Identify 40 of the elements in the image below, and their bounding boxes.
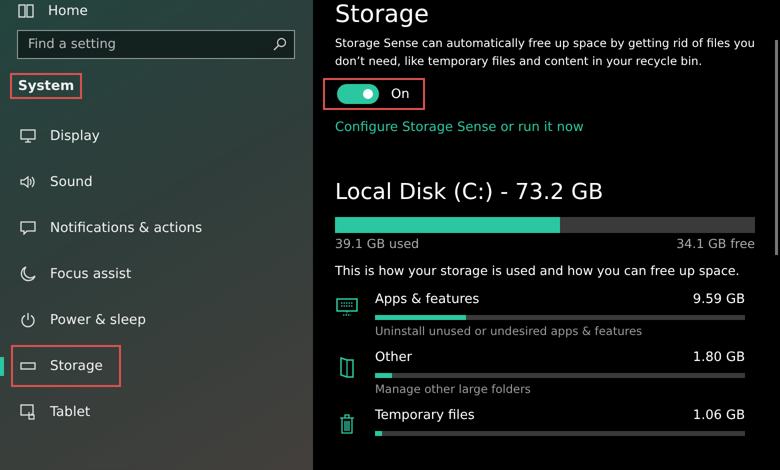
section-heading: System <box>10 73 82 99</box>
scrollbar[interactable] <box>775 40 778 255</box>
category-name[interactable]: Other <box>375 350 412 365</box>
speech-bubble-icon <box>19 221 36 235</box>
category-size: 1.80 GB <box>692 350 745 365</box>
category-hint: Manage other large folders <box>375 382 532 396</box>
window-icon <box>17 4 34 18</box>
search-field[interactable]: Find a setting <box>17 30 295 59</box>
tablet-icon <box>19 404 36 420</box>
home-link[interactable]: Home <box>48 3 88 19</box>
trash-icon <box>339 414 355 434</box>
description-text: Storage Sense can automatically free up space by getting rid of files you don’t need, like temporary files and content in your recycle bin. <box>335 35 756 70</box>
toggle-label: On <box>391 86 410 102</box>
disk-title: Local Disk (C:) - 73.2 GB <box>335 179 604 207</box>
category-size: 1.06 GB <box>692 408 745 423</box>
speaker-icon <box>19 175 36 189</box>
category-name[interactable]: Apps & features <box>375 292 480 307</box>
nav-item[interactable]: Sound <box>50 174 93 190</box>
nav-item[interactable]: Storage <box>50 358 103 374</box>
search-icon <box>273 37 287 51</box>
used-label: 39.1 GB used <box>335 236 420 251</box>
nav-item[interactable]: Power & sleep <box>50 312 146 328</box>
nav-item[interactable]: Tablet <box>50 404 90 420</box>
nav-item[interactable]: Focus assist <box>50 266 132 282</box>
toggle-switch[interactable] <box>337 84 379 104</box>
free-label: 34.1 GB free <box>676 236 755 251</box>
moon-icon <box>19 266 36 282</box>
nav-item[interactable]: Display <box>50 128 100 144</box>
nav-item[interactable]: Notifications & actions <box>50 220 202 236</box>
category-size: 9.59 GB <box>692 292 745 307</box>
power-icon <box>19 312 36 328</box>
drive-icon <box>19 362 36 370</box>
category-name[interactable]: Temporary files <box>375 408 475 423</box>
page-title: Storage <box>335 0 430 28</box>
monitor-icon <box>19 129 36 143</box>
category-hint: Uninstall unused or undesired apps & features <box>375 324 644 338</box>
monitor-keyboard-icon <box>336 298 358 316</box>
configure-link[interactable]: Configure Storage Sense or run it now <box>335 120 584 135</box>
intro-text: This is how your storage is used and how you can free up space. <box>335 263 740 278</box>
folder-icon <box>339 356 355 378</box>
